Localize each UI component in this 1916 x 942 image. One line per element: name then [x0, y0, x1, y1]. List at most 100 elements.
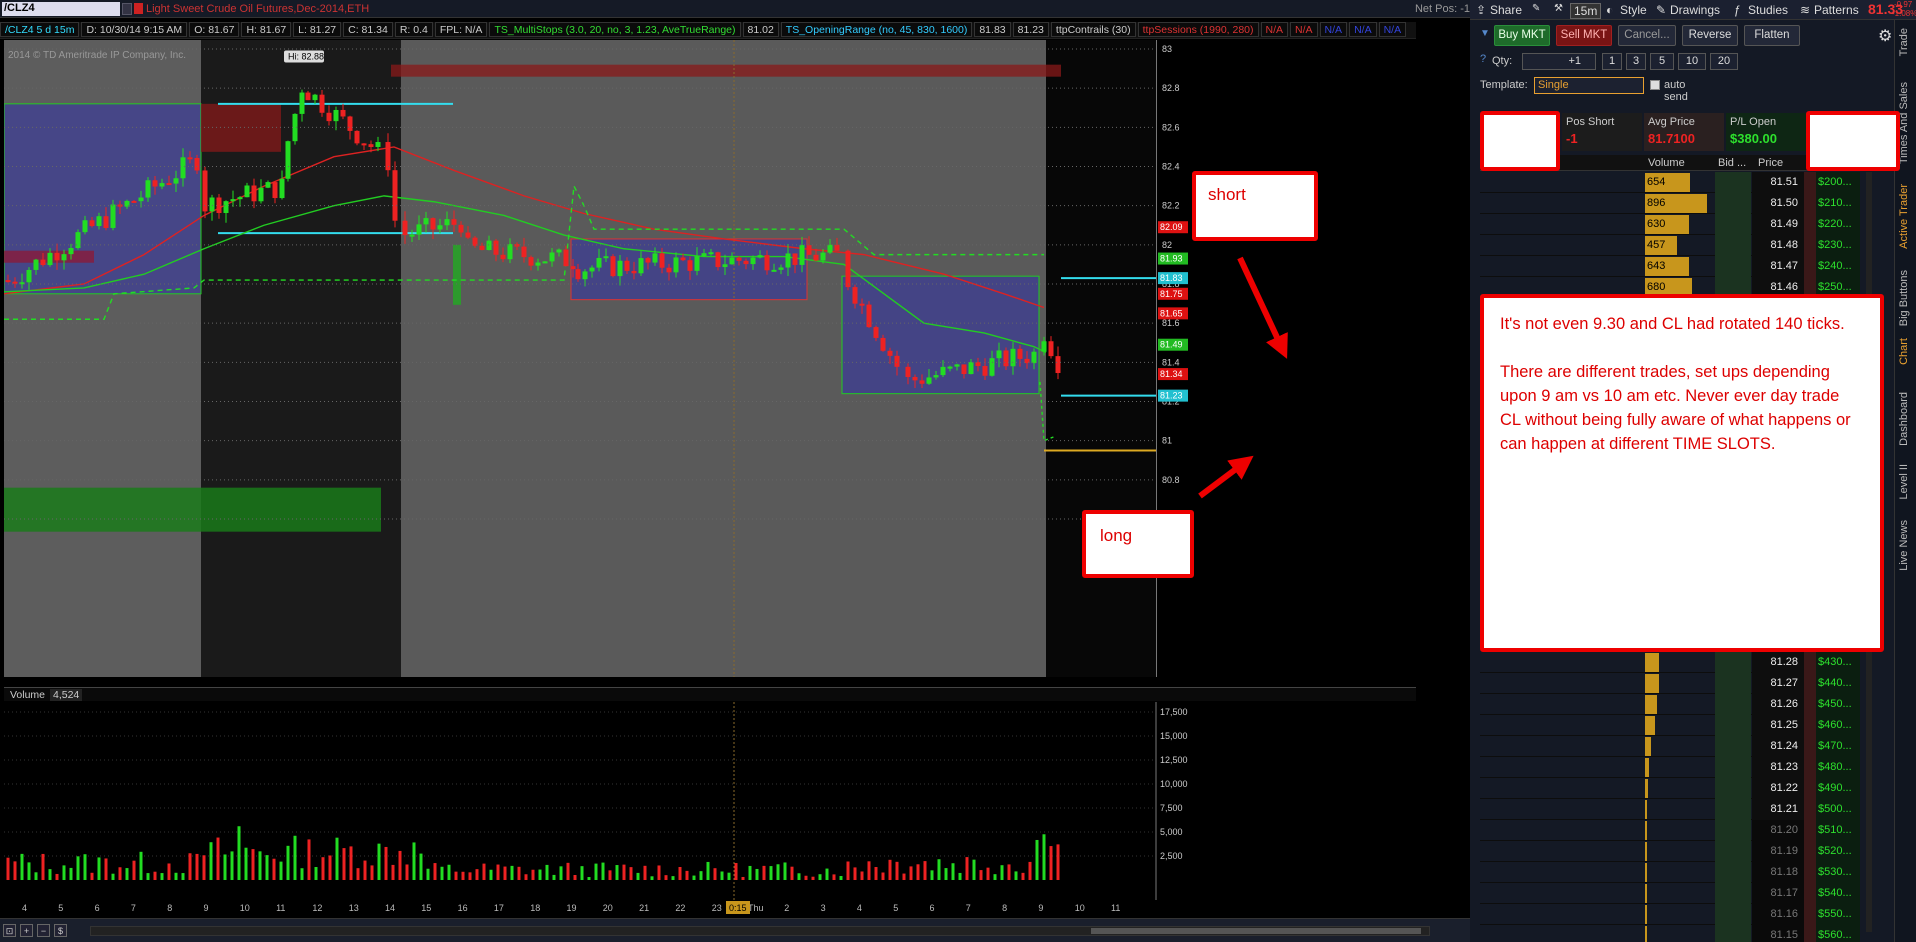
chart-scrollbar[interactable]: [90, 926, 1430, 936]
ladder-bid-cell[interactable]: [1715, 904, 1751, 925]
ladder-bid-cell[interactable]: [1715, 256, 1751, 277]
ladder-price[interactable]: 81.19: [1752, 841, 1804, 862]
tab-chart[interactable]: Chart: [1898, 338, 1914, 365]
ladder-row[interactable]: 81.25 $460...: [1480, 715, 1860, 736]
tab-active-trader[interactable]: Active Trader: [1898, 184, 1914, 249]
ladder-ask-cell[interactable]: [1804, 214, 1816, 235]
study-multistops[interactable]: TS_MultiStops (3.0, 20, no, 3, 1.23, Ave…: [489, 22, 741, 37]
ladder-row[interactable]: 630 81.49 $220...: [1480, 214, 1860, 235]
ladder-ask-cell[interactable]: [1804, 778, 1816, 799]
ladder-row[interactable]: 81.16 $550...: [1480, 904, 1860, 925]
ladder-ask-cell[interactable]: [1804, 841, 1816, 862]
ladder-price[interactable]: 81.20: [1752, 820, 1804, 841]
tab-trade[interactable]: Trade: [1898, 28, 1914, 56]
ladder-row[interactable]: 81.26 $450...: [1480, 694, 1860, 715]
qty-preset-5[interactable]: 5: [1650, 53, 1674, 70]
price-chart-svg[interactable]: Hi: 82.888382.882.682.482.28281.881.681.…: [4, 40, 1416, 677]
ladder-bid-cell[interactable]: [1715, 841, 1751, 862]
study-contrails[interactable]: ttpContrails (30): [1050, 22, 1136, 37]
ladder-ask-cell[interactable]: [1804, 883, 1816, 904]
chart-scroll-thumb[interactable]: [1091, 928, 1421, 934]
ladder-row[interactable]: 896 81.50 $210...: [1480, 193, 1860, 214]
ladder-ask-cell[interactable]: [1804, 652, 1816, 673]
ladder-row[interactable]: 643 81.47 $240...: [1480, 256, 1860, 277]
ladder-bid-cell[interactable]: [1715, 715, 1751, 736]
ladder-row[interactable]: 81.22 $490...: [1480, 778, 1860, 799]
ladder-ask-cell[interactable]: [1804, 673, 1816, 694]
patterns-icon[interactable]: ≋: [1800, 3, 1810, 17]
sell-mkt-button[interactable]: Sell MKT: [1556, 25, 1612, 46]
flatten-button[interactable]: Flatten: [1744, 25, 1800, 46]
symbol-input[interactable]: /CLZ4: [2, 2, 120, 16]
ladder-price[interactable]: 81.17: [1752, 883, 1804, 904]
studies-icon[interactable]: ƒ: [1734, 3, 1741, 17]
style-icon[interactable]: ◐: [1606, 3, 1613, 17]
collapse-arrow-icon[interactable]: ▼: [1480, 28, 1490, 39]
ladder-price[interactable]: 81.23: [1752, 757, 1804, 778]
ladder-row[interactable]: 81.20 $510...: [1480, 820, 1860, 841]
ladder-row[interactable]: 81.15 $560...: [1480, 925, 1860, 942]
ladder-price[interactable]: 81.26: [1752, 694, 1804, 715]
share-button[interactable]: Share: [1490, 3, 1522, 17]
tab-big-buttons[interactable]: Big Buttons: [1898, 270, 1914, 326]
zoom-out-icon[interactable]: −: [37, 924, 50, 937]
ladder-ask-cell[interactable]: [1804, 925, 1816, 942]
ladder-row[interactable]: 81.21 $500...: [1480, 799, 1860, 820]
qty-preset-1[interactable]: 1: [1602, 53, 1622, 70]
tab-level-ii[interactable]: Level II: [1898, 464, 1914, 499]
ladder-price[interactable]: 81.15: [1752, 925, 1804, 942]
tab-dashboard[interactable]: Dashboard: [1898, 392, 1914, 446]
volume-pane[interactable]: 17,500 15,000 12,500 10,000 7,500 5,000 2,500: [4, 702, 1416, 900]
ladder-row[interactable]: 81.19 $520...: [1480, 841, 1860, 862]
ladder-bid-cell[interactable]: [1715, 193, 1751, 214]
template-select[interactable]: Single: [1534, 77, 1644, 94]
ladder-ask-cell[interactable]: [1804, 715, 1816, 736]
ladder-bid-cell[interactable]: [1715, 235, 1751, 256]
drawings-button[interactable]: Drawings: [1670, 3, 1720, 17]
volume-chart-svg[interactable]: 17,500 15,000 12,500 10,000 7,500 5,000 2,500: [4, 702, 1416, 900]
ladder-price[interactable]: 81.22: [1752, 778, 1804, 799]
auto-send-checkbox[interactable]: [1650, 80, 1660, 90]
ladder-ask-cell[interactable]: [1804, 235, 1816, 256]
ladder-ask-cell[interactable]: [1804, 694, 1816, 715]
ladder-ask-cell[interactable]: [1804, 820, 1816, 841]
ladder-bid-cell[interactable]: [1715, 694, 1751, 715]
patterns-button[interactable]: Patterns: [1814, 3, 1859, 17]
zoom-fit-icon[interactable]: ⊡: [3, 924, 16, 937]
ladder-price[interactable]: 81.24: [1752, 736, 1804, 757]
qty-preset-3[interactable]: 3: [1626, 53, 1646, 70]
cancel-button[interactable]: Cancel...: [1618, 25, 1676, 46]
reverse-button[interactable]: Reverse: [1682, 25, 1738, 46]
ladder-ask-cell[interactable]: [1804, 799, 1816, 820]
ladder-row[interactable]: 81.27 $440...: [1480, 673, 1860, 694]
gear-icon[interactable]: ⚙: [1878, 26, 1892, 46]
ladder-row[interactable]: 654 81.51 $200...: [1480, 172, 1860, 193]
ladder-row[interactable]: 81.18 $530...: [1480, 862, 1860, 883]
ladder-bid-cell[interactable]: [1715, 172, 1751, 193]
ladder-price[interactable]: 81.28: [1752, 652, 1804, 673]
ladder-row[interactable]: 457 81.48 $230...: [1480, 235, 1860, 256]
ladder-ask-cell[interactable]: [1804, 736, 1816, 757]
ladder-price[interactable]: 81.21: [1752, 799, 1804, 820]
ladder-bid-cell[interactable]: [1715, 652, 1751, 673]
ladder-bid-cell[interactable]: [1715, 925, 1751, 942]
ladder-bid-cell[interactable]: [1715, 778, 1751, 799]
ladder-price[interactable]: 81.49: [1752, 214, 1804, 235]
drawings-icon[interactable]: ✎: [1656, 3, 1666, 17]
ladder-row[interactable]: 81.23 $480...: [1480, 757, 1860, 778]
ladder-ask-cell[interactable]: [1804, 256, 1816, 277]
ladder-price[interactable]: 81.16: [1752, 904, 1804, 925]
ladder-ask-cell[interactable]: [1804, 904, 1816, 925]
tab-live-news[interactable]: Live News: [1898, 520, 1914, 571]
qty-preset-10[interactable]: 10: [1678, 53, 1706, 70]
ladder-price[interactable]: 81.27: [1752, 673, 1804, 694]
ladder-bid-cell[interactable]: [1715, 757, 1751, 778]
ladder-bid-cell[interactable]: [1715, 673, 1751, 694]
wrench-icon[interactable]: ✎: [1532, 3, 1540, 14]
buy-mkt-button[interactable]: Buy MKT: [1494, 25, 1550, 46]
ladder-ask-cell[interactable]: [1804, 172, 1816, 193]
ladder-bid-cell[interactable]: [1715, 862, 1751, 883]
interval-button[interactable]: 15m: [1570, 3, 1602, 19]
share-icon[interactable]: ⇪: [1476, 3, 1486, 17]
ladder-price[interactable]: 81.51: [1752, 172, 1804, 193]
